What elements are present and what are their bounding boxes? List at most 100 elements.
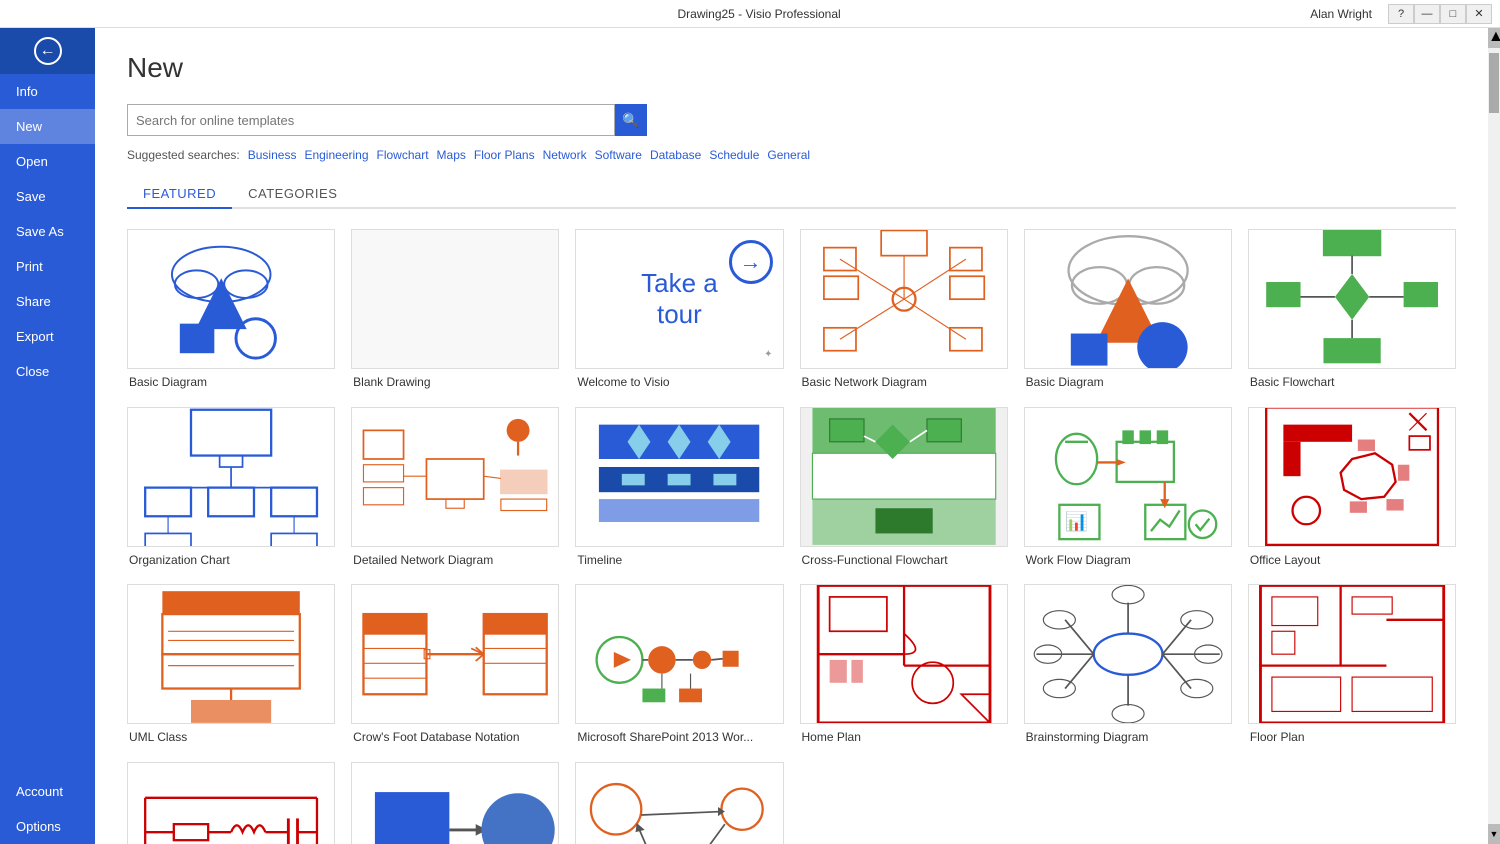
template-thumb-crowsfoot (351, 584, 559, 724)
scroll-up-button[interactable]: ▲ (1488, 28, 1500, 48)
template-detailed-network[interactable]: Detailed Network Diagram (351, 407, 559, 569)
template-name-detailed-network: Detailed Network Diagram (351, 553, 559, 569)
template-name-brainstorming: Brainstorming Diagram (1024, 730, 1232, 746)
template-network[interactable]: Basic Network Diagram (800, 229, 1008, 391)
template-cross-functional[interactable]: Cross-Functional Flowchart (800, 407, 1008, 569)
sidebar-item-options[interactable]: Options (0, 809, 95, 844)
template-brainstorming[interactable]: Brainstorming Diagram (1024, 584, 1232, 746)
template-thumb-brainstorming (1024, 584, 1232, 724)
suggested-network[interactable]: Network (543, 148, 587, 162)
template-name-floorplan: Floor Plan (1248, 730, 1456, 746)
suggested-floorplans[interactable]: Floor Plans (474, 148, 535, 162)
suggested-engineering[interactable]: Engineering (304, 148, 368, 162)
suggested-maps[interactable]: Maps (437, 148, 466, 162)
template-timeline[interactable]: Timeline (575, 407, 783, 569)
template-electrical[interactable]: Basic Electrical (127, 762, 335, 844)
template-org[interactable]: Organization Chart (127, 407, 335, 569)
template-dataflow[interactable]: Data Flow Diagram (575, 762, 783, 844)
template-flowchart[interactable]: Basic Flowchart (1248, 229, 1456, 391)
close-button[interactable]: ✕ (1466, 4, 1492, 24)
tab-categories[interactable]: CATEGORIES (232, 180, 353, 209)
minimize-button[interactable]: — (1414, 4, 1440, 24)
maximize-button[interactable]: □ (1440, 4, 1466, 24)
template-basic-diagram2[interactable]: Basic Diagram (1024, 229, 1232, 391)
template-blank[interactable]: Blank Drawing (351, 229, 559, 391)
template-name-blank: Blank Drawing (351, 375, 559, 391)
help-button[interactable]: ? (1388, 4, 1414, 24)
template-office-layout[interactable]: Office Layout (1248, 407, 1456, 569)
template-thumb-uml (127, 584, 335, 724)
app-title: Drawing25 - Visio Professional (208, 7, 1310, 21)
template-name-sharepoint: Microsoft SharePoint 2013 Wor... (575, 730, 783, 746)
scroll-down-button[interactable]: ▼ (1488, 824, 1500, 844)
suggested-database[interactable]: Database (650, 148, 701, 162)
search-input[interactable] (127, 104, 615, 136)
templates-grid: Basic Diagram Blank Drawing → Take atour… (127, 229, 1456, 844)
sidebar-item-account[interactable]: Account (0, 774, 95, 809)
template-thumb-blank (351, 229, 559, 369)
scroll-thumb[interactable] (1489, 53, 1499, 113)
svg-text:📊: 📊 (1065, 511, 1088, 533)
template-thumb-dataflow (575, 762, 783, 844)
template-thumb-workflow: 📊 (1024, 407, 1232, 547)
tab-featured[interactable]: FEATURED (127, 180, 232, 209)
sidebar-item-save[interactable]: Save (0, 179, 95, 214)
suggested-software[interactable]: Software (595, 148, 642, 162)
back-arrow-icon: ← (34, 37, 62, 65)
search-icon: 🔍 (622, 112, 639, 129)
sidebar-item-share[interactable]: Share (0, 284, 95, 319)
template-basic-diagram[interactable]: Basic Diagram (127, 229, 335, 391)
main-content: New 🔍 Suggested searches: Business Engin… (95, 28, 1488, 844)
template-uml[interactable]: UML Class (127, 584, 335, 746)
template-thumb-detailed-network (351, 407, 559, 547)
template-blockdiagram[interactable]: Block Diagram (351, 762, 559, 844)
sidebar-item-open[interactable]: Open (0, 144, 95, 179)
sidebar-item-saveas[interactable]: Save As (0, 214, 95, 249)
tour-arrow-icon: → (729, 240, 773, 284)
sidebar-item-close[interactable]: Close (0, 354, 95, 389)
suggested-schedule[interactable]: Schedule (709, 148, 759, 162)
suggested-flowchart[interactable]: Flowchart (377, 148, 429, 162)
suggested-business[interactable]: Business (248, 148, 297, 162)
suggested-searches: Suggested searches: Business Engineering… (127, 148, 1456, 162)
template-thumb-network (800, 229, 1008, 369)
template-name-cross-functional: Cross-Functional Flowchart (800, 553, 1008, 569)
tabs: FEATURED CATEGORIES (127, 180, 1456, 209)
template-name-basic-diagram2: Basic Diagram (1024, 375, 1232, 391)
template-thumb-org (127, 407, 335, 547)
suggested-general[interactable]: General (767, 148, 810, 162)
template-tour[interactable]: → Take atour ✦ Welcome to Visio (575, 229, 783, 391)
scroll-track[interactable] (1488, 48, 1500, 824)
sidebar-item-new[interactable]: New (0, 109, 95, 144)
template-name-workflow: Work Flow Diagram (1024, 553, 1232, 569)
template-thumb-electrical (127, 762, 335, 844)
template-homeplan[interactable]: Home Plan (800, 584, 1008, 746)
template-workflow[interactable]: 📊 Work Flow Diagram (1024, 407, 1232, 569)
template-thumb-office-layout (1248, 407, 1456, 547)
search-bar: 🔍 (127, 104, 647, 136)
template-thumb-homeplan (800, 584, 1008, 724)
template-thumb-flowchart (1248, 229, 1456, 369)
template-name-basic-diagram: Basic Diagram (127, 375, 335, 391)
page-title: New (127, 52, 1456, 84)
sidebar-item-export[interactable]: Export (0, 319, 95, 354)
window-controls: ? — □ ✕ (1388, 4, 1492, 24)
sidebar-item-info[interactable]: Info (0, 74, 95, 109)
template-thumb-timeline (575, 407, 783, 547)
template-name-uml: UML Class (127, 730, 335, 746)
template-crowsfoot[interactable]: Crow's Foot Database Notation (351, 584, 559, 746)
template-floorplan[interactable]: Floor Plan (1248, 584, 1456, 746)
template-thumb-basic-diagram2 (1024, 229, 1232, 369)
sidebar-item-print[interactable]: Print (0, 249, 95, 284)
template-thumb-sharepoint (575, 584, 783, 724)
template-name-org: Organization Chart (127, 553, 335, 569)
back-button[interactable]: ← (0, 28, 95, 74)
title-bar: Drawing25 - Visio Professional Alan Wrig… (0, 0, 1500, 28)
template-name-office-layout: Office Layout (1248, 553, 1456, 569)
template-name-tour: Welcome to Visio (575, 375, 783, 391)
template-sharepoint[interactable]: Microsoft SharePoint 2013 Wor... (575, 584, 783, 746)
template-name-flowchart: Basic Flowchart (1248, 375, 1456, 391)
search-button[interactable]: 🔍 (615, 104, 647, 136)
scrollbar[interactable]: ▲ ▼ (1488, 28, 1500, 844)
sidebar: ← Info New Open Save Save As Print Share… (0, 28, 95, 844)
